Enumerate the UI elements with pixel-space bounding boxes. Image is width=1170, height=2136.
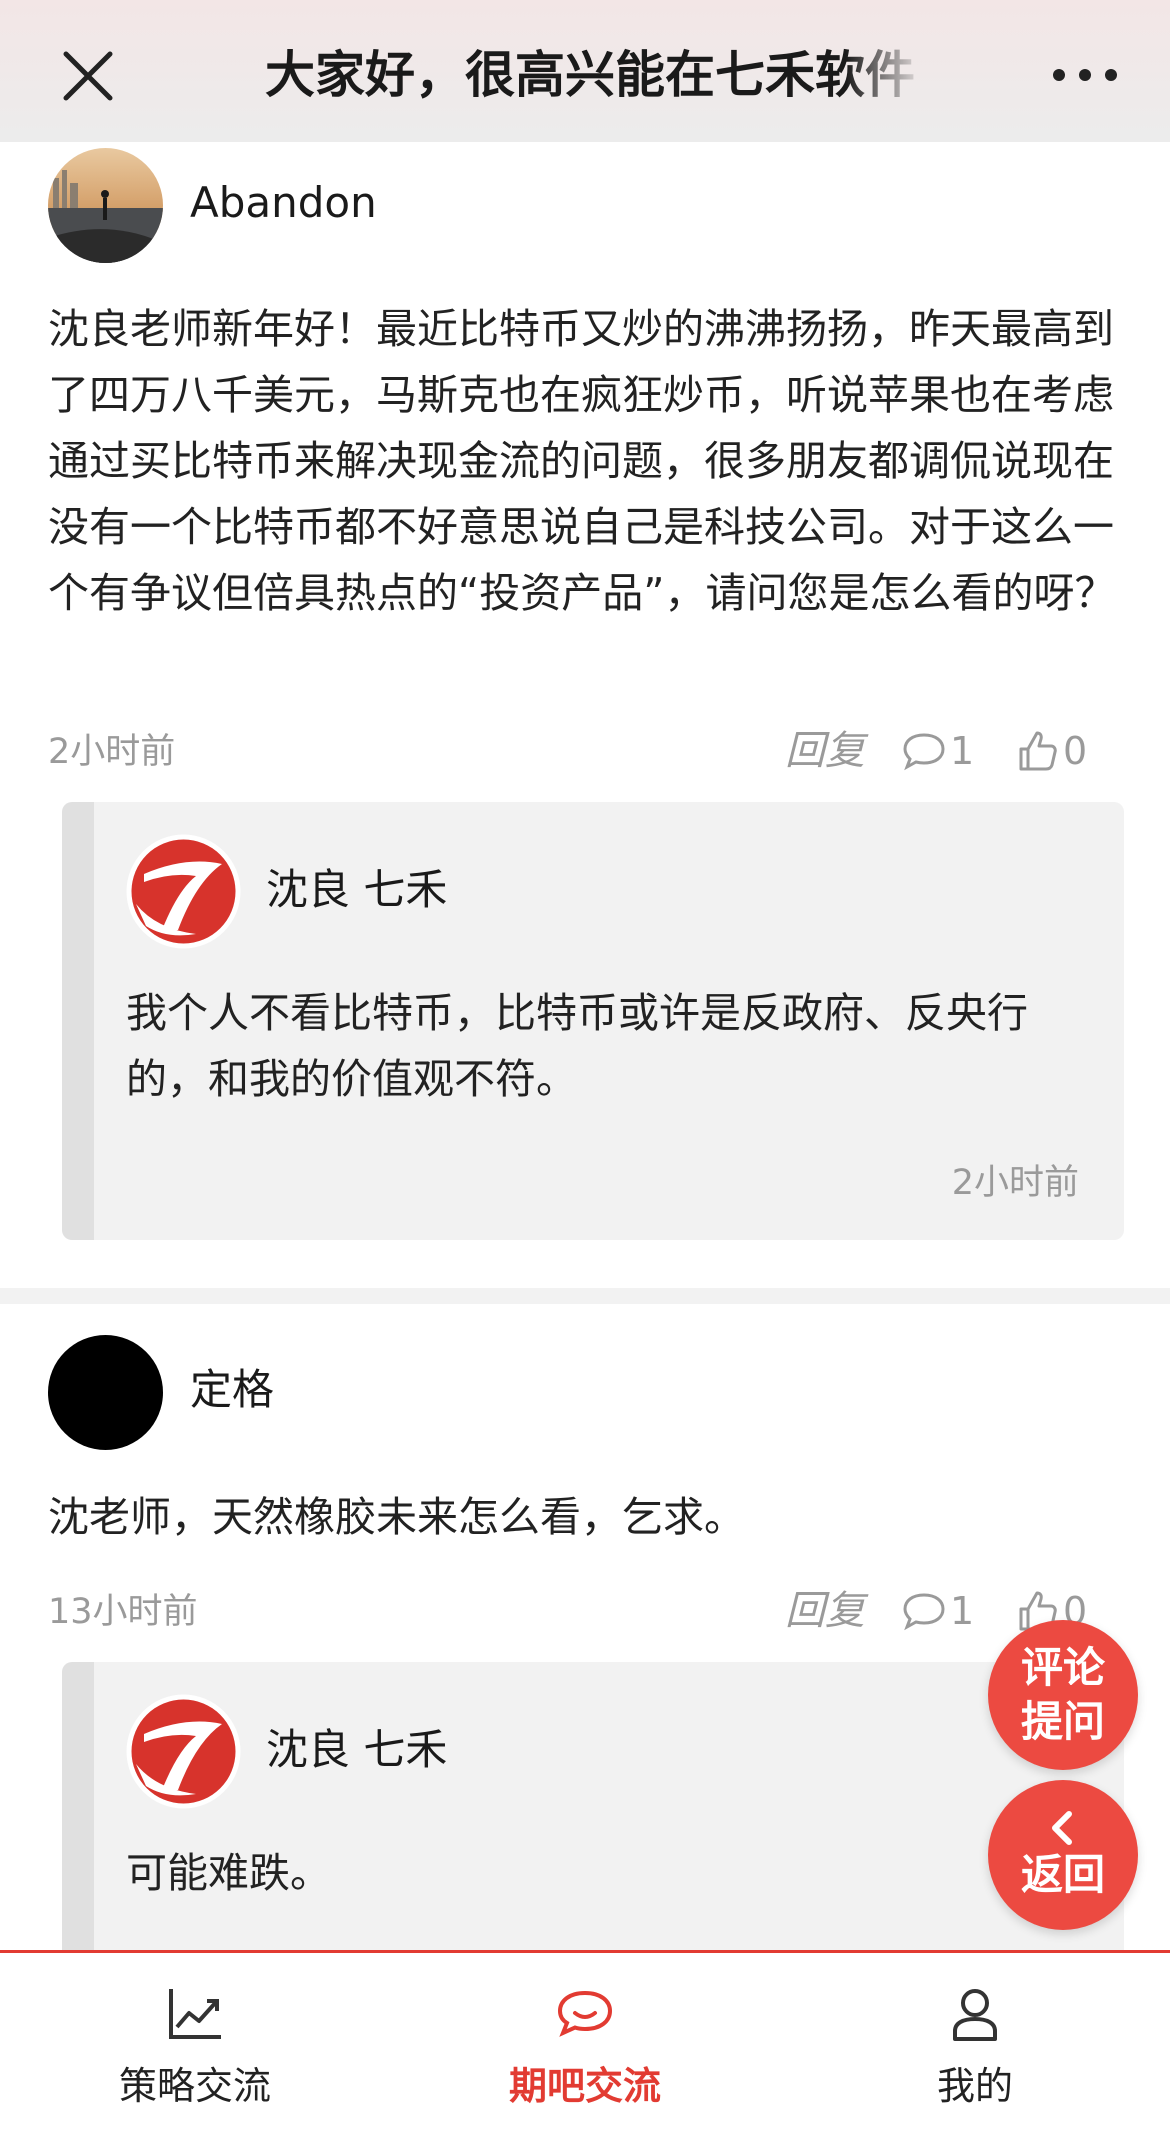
bottom-tab-bar: 策略交流 期吧交流 我的 — [0, 1950, 1170, 2133]
back-label: 返回 — [1020, 1850, 1105, 1899]
reply-button[interactable]: 回复 — [785, 726, 865, 776]
tab-label: 我的 — [936, 2064, 1013, 2108]
reply-author-name[interactable]: 沈良 七禾 — [266, 1722, 447, 1778]
tab-label: 策略交流 — [118, 2064, 271, 2108]
reply-author-name[interactable]: 沈良 七禾 — [266, 862, 447, 918]
comment-icon — [903, 733, 945, 771]
divider — [0, 1288, 1170, 1304]
comment-username[interactable]: Abandon — [190, 175, 377, 231]
comment-username[interactable]: 定格 — [190, 1362, 274, 1418]
top-nav-bar: 大家好，很高兴能在七禾软件 — [0, 0, 1170, 142]
back-button[interactable]: 返回 — [988, 1780, 1138, 1930]
chart-line-icon — [169, 1989, 221, 2039]
author-avatar[interactable] — [126, 1694, 241, 1809]
comment-time: 13小时前 — [48, 1592, 198, 1632]
reply-button[interactable]: 回复 — [785, 1586, 865, 1636]
comment-count-button[interactable]: 1 — [902, 726, 974, 776]
tab-forum[interactable]: 期吧交流 — [390, 1953, 780, 2136]
reply-card: 沈良 七禾 我个人不看比特币，比特币或许是反政府、反央行的，和我的价值观不符。 … — [62, 802, 1124, 1240]
comment-time: 2小时前 — [48, 732, 176, 772]
qihe-logo-icon — [126, 834, 241, 949]
chevron-left-icon — [1052, 1811, 1072, 1845]
tab-profile[interactable]: 我的 — [780, 1953, 1170, 2136]
reply-text: 我个人不看比特币，比特币或许是反政府、反央行的，和我的价值观不符。 — [126, 989, 1028, 1103]
ask-question-button[interactable]: 评论 提问 — [988, 1620, 1138, 1770]
comment-icon — [903, 1593, 945, 1631]
comment-count-button[interactable]: 1 — [902, 1586, 974, 1636]
reply-card: 沈良 七禾 可能难跌。 — [62, 1662, 1124, 1950]
comment-text: 沈老师，天然橡胶未来怎么看，乞求。 — [48, 1493, 745, 1541]
more-icon[interactable] — [1045, 55, 1125, 95]
comment-count: 1 — [950, 729, 975, 773]
avatar[interactable] — [48, 1335, 163, 1450]
chat-bubble-icon — [557, 1990, 613, 2037]
like-button[interactable]: 0 — [1015, 726, 1087, 776]
comment-text: 沈良老师新年好！最近比特币又炒的沸沸扬扬，昨天最高到了四万八千美元，马斯克也在疯… — [48, 305, 1116, 617]
user-icon — [953, 1989, 997, 2041]
close-icon[interactable] — [58, 46, 118, 106]
page-title: 大家好，很高兴能在七禾软件 — [265, 46, 915, 104]
avatar[interactable] — [48, 148, 163, 263]
thumbs-up-icon — [1019, 731, 1057, 771]
reply-text: 可能难跌。 — [126, 1849, 331, 1897]
author-avatar[interactable] — [126, 834, 241, 949]
ask-line-1: 评论 — [1020, 1643, 1105, 1692]
tab-label: 期吧交流 — [508, 2064, 661, 2108]
comment-count: 1 — [950, 1589, 975, 1633]
qihe-logo-icon — [126, 1694, 241, 1809]
reply-time: 2小时前 — [951, 1163, 1079, 1203]
ask-line-2: 提问 — [1020, 1697, 1105, 1746]
tab-strategy[interactable]: 策略交流 — [0, 1953, 390, 2136]
like-count: 0 — [1063, 729, 1088, 773]
